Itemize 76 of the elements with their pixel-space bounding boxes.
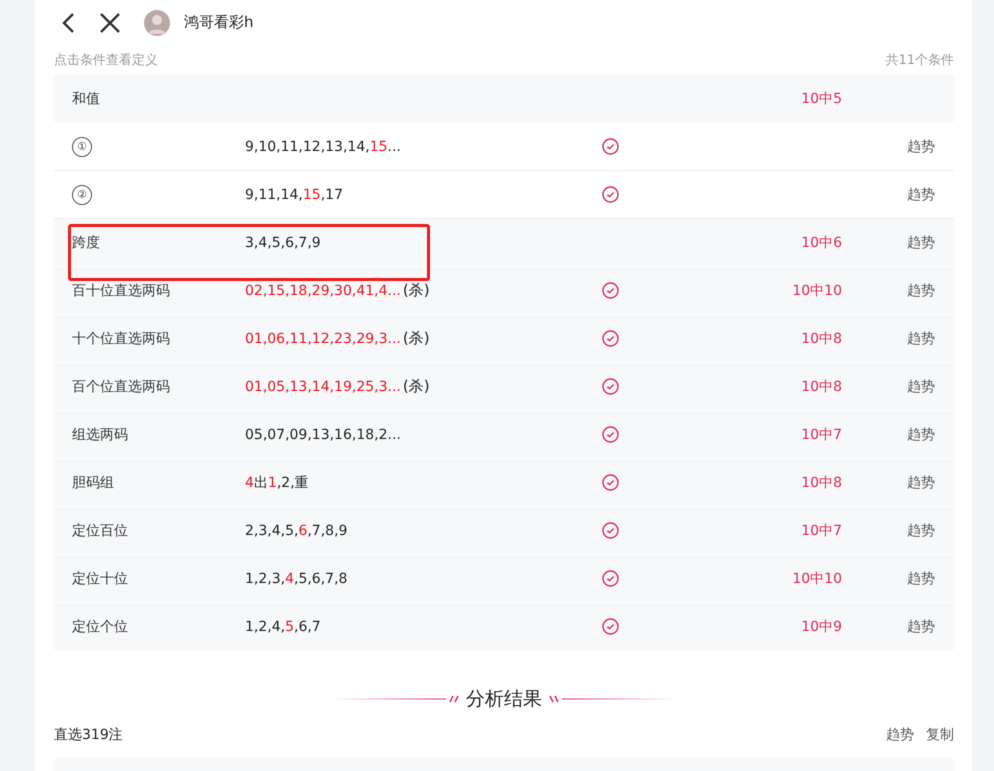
decorative-line-icon (330, 694, 460, 704)
condition-row[interactable]: 组选两码 05,07,09,13,16,18,2... 10中7 趋势 (54, 411, 954, 459)
condition-values: 9,11,14,15,17 (245, 186, 344, 202)
condition-values: 01,06,11,12,23,29,3...(杀) (245, 329, 431, 348)
condition-values: 3,4,5,6,7,9 (245, 234, 322, 250)
condition-values: 9,10,11,12,13,14,15... (245, 138, 402, 154)
condition-row[interactable]: 定位百位 2,3,4,5,6,7,8,9 10中7 趋势 (54, 507, 954, 555)
condition-row[interactable]: 胆码组 4出 1,2,重 10中8 趋势 (54, 459, 954, 507)
check-circle-icon (602, 618, 618, 635)
trend-link[interactable]: 趋势 (907, 330, 954, 348)
condition-values: 1,2,3,4,5,6,7,8 (245, 570, 348, 586)
condition-row[interactable]: 十个位直选两码 01,06,11,12,23,29,3...(杀) 10中8 趋势 (54, 315, 954, 363)
result-summary: 直选319注 (54, 726, 123, 744)
condition-name: 定位个位 (71, 618, 129, 636)
hit-rate: 10中5 (801, 90, 842, 108)
action-link[interactable]: 趋势 (886, 726, 914, 744)
hit-rate: 10中10 (792, 282, 842, 300)
condition-name: 和值 (71, 90, 101, 108)
trend-link[interactable]: 趋势 (907, 186, 954, 204)
trend-link[interactable]: 趋势 (907, 234, 954, 252)
check-circle-icon (602, 186, 618, 203)
trend-link[interactable]: 趋势 (907, 138, 954, 156)
condition-name: ① (72, 136, 92, 156)
back-icon[interactable] (60, 12, 76, 34)
check-circle-icon (602, 330, 618, 347)
condition-name: ② (72, 184, 92, 204)
condition-values: 05,07,09,13,16,18,2... (245, 426, 402, 442)
hit-rate: 10中8 (801, 378, 842, 396)
hit-rate: 10中9 (801, 618, 842, 636)
condition-row[interactable]: 定位个位 1,2,4,5,6,7 10中9 趋势 (54, 603, 954, 651)
condition-name: 跨度 (71, 234, 101, 252)
decorative-line-icon (548, 694, 678, 704)
trend-link[interactable]: 趋势 (907, 378, 954, 396)
trend-link[interactable]: 趋势 (907, 618, 954, 636)
trend-link[interactable]: 趋势 (907, 570, 954, 588)
check-circle-icon (602, 474, 618, 491)
condition-name: 定位百位 (71, 522, 129, 540)
hint-text: 点击条件查看定义 (54, 52, 158, 69)
check-circle-icon (602, 522, 618, 539)
condition-name: 百十位直选两码 (71, 282, 171, 300)
condition-name: 定位十位 (71, 570, 129, 588)
condition-row[interactable]: 跨度 3,4,5,6,7,9 10中6 趋势 (54, 219, 954, 267)
hit-rate: 10中6 (801, 234, 842, 252)
check-circle-icon (602, 282, 618, 299)
condition-values: 4出 1,2,重 (245, 474, 310, 492)
trend-link[interactable]: 趋势 (907, 426, 954, 444)
condition-name: 十个位直选两码 (71, 330, 171, 348)
close-icon[interactable] (99, 12, 121, 34)
trend-link[interactable]: 趋势 (907, 282, 954, 300)
check-circle-icon (602, 138, 618, 155)
hit-rate: 10中8 (801, 330, 842, 348)
condition-values: 2,3,4,5,6,7,8,9 (245, 522, 348, 538)
trend-link[interactable]: 趋势 (907, 474, 954, 492)
avatar-icon (144, 10, 170, 36)
hit-rate: 10中7 (801, 426, 842, 444)
condition-values: 01,05,13,14,19,25,3...(杀) (245, 377, 431, 396)
condition-row[interactable]: 百个位直选两码 01,05,13,14,19,25,3...(杀) 10中8 趋势 (54, 363, 954, 411)
condition-name: 组选两码 (71, 426, 129, 444)
action-link[interactable]: 复制 (926, 726, 954, 744)
hit-rate: 10中7 (801, 522, 842, 540)
hit-rate: 10中10 (792, 570, 842, 588)
check-circle-icon (602, 570, 618, 587)
condition-row[interactable]: 和值 10中5 (54, 75, 954, 123)
condition-name: 胆码组 (71, 474, 115, 492)
condition-row[interactable]: 百十位直选两码 02,15,18,29,30,41,4...(杀) 10中10 趋势 (54, 267, 954, 315)
condition-row[interactable]: 定位十位 1,2,3,4,5,6,7,8 10中10 趋势 (54, 555, 954, 603)
condition-count: 共11个条件 (885, 52, 954, 69)
hit-rate: 10中8 (801, 474, 842, 492)
condition-name: 百个位直选两码 (71, 378, 171, 396)
condition-values: 1,2,4,5,6,7 (245, 618, 322, 634)
username: 鸿哥看彩h (184, 13, 254, 32)
trend-link[interactable]: 趋势 (907, 522, 954, 540)
check-circle-icon (602, 378, 618, 395)
section-title: 分析结果 (466, 687, 542, 712)
condition-values: 02,15,18,29,30,41,4...(杀) (245, 281, 431, 300)
check-circle-icon (602, 426, 618, 443)
